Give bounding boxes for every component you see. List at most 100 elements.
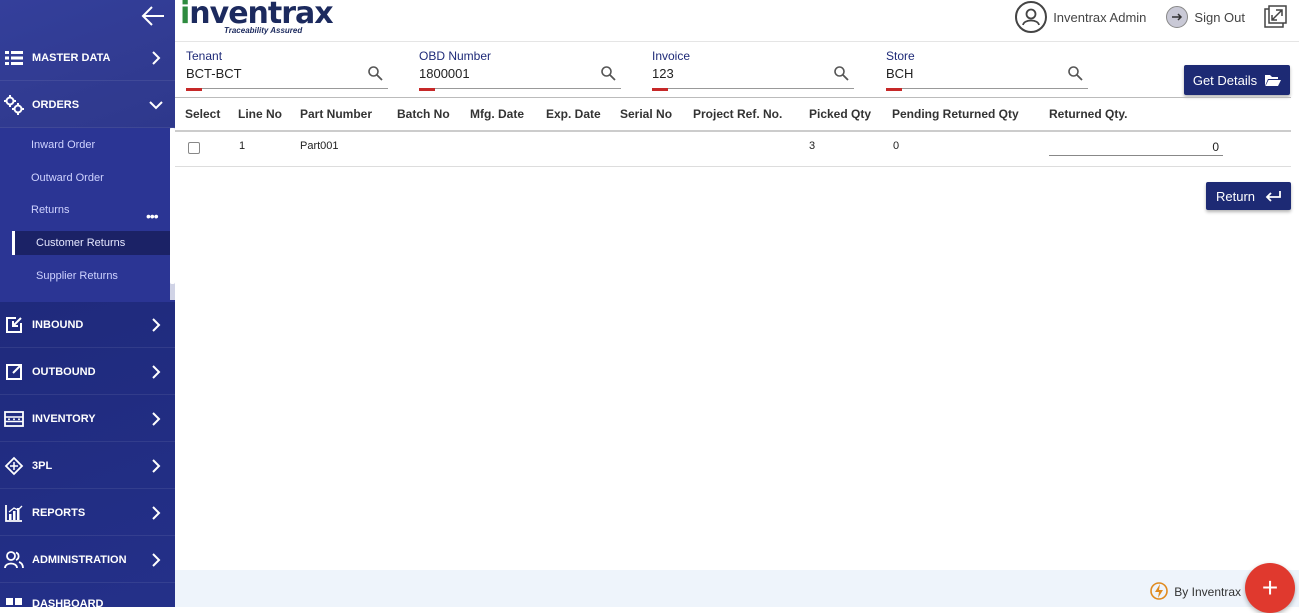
pending-returned-qty-cell: 0 [893,140,900,152]
folder-open-icon [1265,74,1282,86]
field-accent [186,88,202,91]
3pl-icon [4,456,24,476]
search-icon[interactable] [833,65,849,81]
user-name[interactable]: Inventrax Admin [1053,10,1146,25]
field-accent [419,88,435,91]
submenu-customer-returns[interactable]: Customer Returns [12,231,170,255]
submenu-returns[interactable]: Returns [31,204,70,216]
outbound-icon [4,362,24,382]
tenant-label: Tenant [186,49,223,63]
sidebar: MASTER DATA ORDERS Inward Order Outward … [0,0,175,607]
field-underline [652,88,854,89]
inventory-icon [4,409,24,429]
store-field: Store [886,49,1088,91]
return-label: Return [1215,188,1256,204]
fullscreen-icon[interactable] [1263,5,1287,29]
sidebar-item-label: 3PL [32,459,53,472]
sidebar-item-label: MASTER DATA [32,51,111,64]
invoice-label: Invoice [652,49,691,63]
sign-out-link[interactable]: Sign Out [1194,10,1245,25]
submenu-inward-order[interactable]: Inward Order [31,139,95,151]
sign-out-icon[interactable] [1166,6,1189,28]
inbound-icon [4,315,24,335]
search-icon[interactable] [367,65,383,81]
sidebar-item-inventory[interactable]: INVENTORY [0,396,175,442]
column-header[interactable]: Project Ref. No. [693,107,782,121]
sidebar-item-reports[interactable]: REPORTS [0,490,175,536]
footer-by-label: By Inventrax [1174,585,1241,599]
table-header: Select Line No Part Number Batch No Mfg.… [175,97,1291,132]
sidebar-item-master-data[interactable]: MASTER DATA [0,35,175,81]
obd-number-input[interactable] [419,66,589,81]
search-icon[interactable] [600,65,616,81]
column-header[interactable]: Line No [238,107,282,121]
add-fab-button[interactable]: + [1245,563,1295,613]
sidebar-item-label: OUTBOUND [32,365,96,378]
chevron-right-icon [152,50,161,65]
column-header[interactable]: Part Number [300,107,372,121]
field-underline [886,88,1088,89]
return-button[interactable]: Return [1206,182,1291,210]
field-underline [186,88,388,89]
sidebar-item-3pl[interactable]: 3PL [0,443,175,489]
store-input[interactable] [886,66,1056,81]
obd-number-field: OBD Number [419,49,621,91]
list-icon [4,48,24,68]
more-dots-icon[interactable]: ••• [146,208,159,224]
chevron-right-icon [152,411,161,426]
select-checkbox[interactable] [188,142,200,154]
column-header[interactable]: Pending Returned Qty [892,107,1019,121]
invoice-input[interactable] [652,66,822,81]
search-icon[interactable] [1067,65,1083,81]
user-area: Inventrax Admin Sign Out [1015,0,1299,34]
footer [175,570,1299,607]
sidebar-item-outbound[interactable]: OUTBOUND [0,349,175,395]
user-avatar-icon[interactable] [1015,1,1048,33]
sidebar-item-label: INVENTORY [32,412,96,425]
column-header[interactable]: Serial No [620,107,672,121]
chevron-right-icon [152,505,161,520]
column-header[interactable]: Mfg. Date [470,107,524,121]
sidebar-item-dashboard[interactable]: DASHBOARD [0,584,175,607]
line-no-cell: 1 [239,140,246,152]
part-number-cell: Part001 [300,140,339,152]
field-accent [886,88,902,91]
sidebar-item-label: DASHBOARD [32,598,104,607]
get-details-label: Get Details [1192,72,1258,88]
sidebar-item-inbound[interactable]: INBOUND [0,302,175,348]
column-header[interactable]: Returned Qty. [1049,107,1127,121]
tenant-input[interactable] [186,66,356,81]
column-header[interactable]: Exp. Date [546,107,601,121]
column-header[interactable]: Batch No [397,107,450,121]
chevron-down-icon [149,100,163,109]
sidebar-item-orders[interactable]: ORDERS [0,82,175,128]
column-header[interactable]: Select [185,107,220,121]
back-arrow-icon[interactable] [140,4,166,28]
sidebar-item-label: INBOUND [32,318,84,331]
return-arrow-icon [1265,191,1281,202]
invoice-field: Invoice [652,49,854,91]
returned-qty-input[interactable] [1049,138,1223,156]
picked-qty-cell: 3 [809,140,816,152]
obd-number-label: OBD Number [419,49,492,63]
tenant-field: Tenant [186,49,388,91]
sidebar-item-administration[interactable]: ADMINISTRATION [0,537,175,583]
gears-icon [4,94,24,115]
submenu-outward-order[interactable]: Outward Order [31,172,104,184]
inventrax-logo: inventrax Traceability Assured [180,0,334,35]
field-accent [652,88,668,91]
column-header[interactable]: Picked Qty [809,107,871,121]
submenu-supplier-returns[interactable]: Supplier Returns [36,270,118,282]
chevron-right-icon [152,552,161,567]
header-divider [175,41,1299,42]
plus-icon: + [1261,572,1279,603]
store-label: Store [886,49,915,63]
chevron-right-icon [152,458,161,473]
chevron-right-icon [152,364,161,379]
get-details-button[interactable]: Get Details [1184,65,1290,95]
table-row: 1 Part001 3 0 [175,132,1291,167]
dashboard-icon [4,596,24,607]
sidebar-item-label: ORDERS [32,98,80,111]
reports-icon [4,503,24,523]
users-icon [4,550,24,570]
